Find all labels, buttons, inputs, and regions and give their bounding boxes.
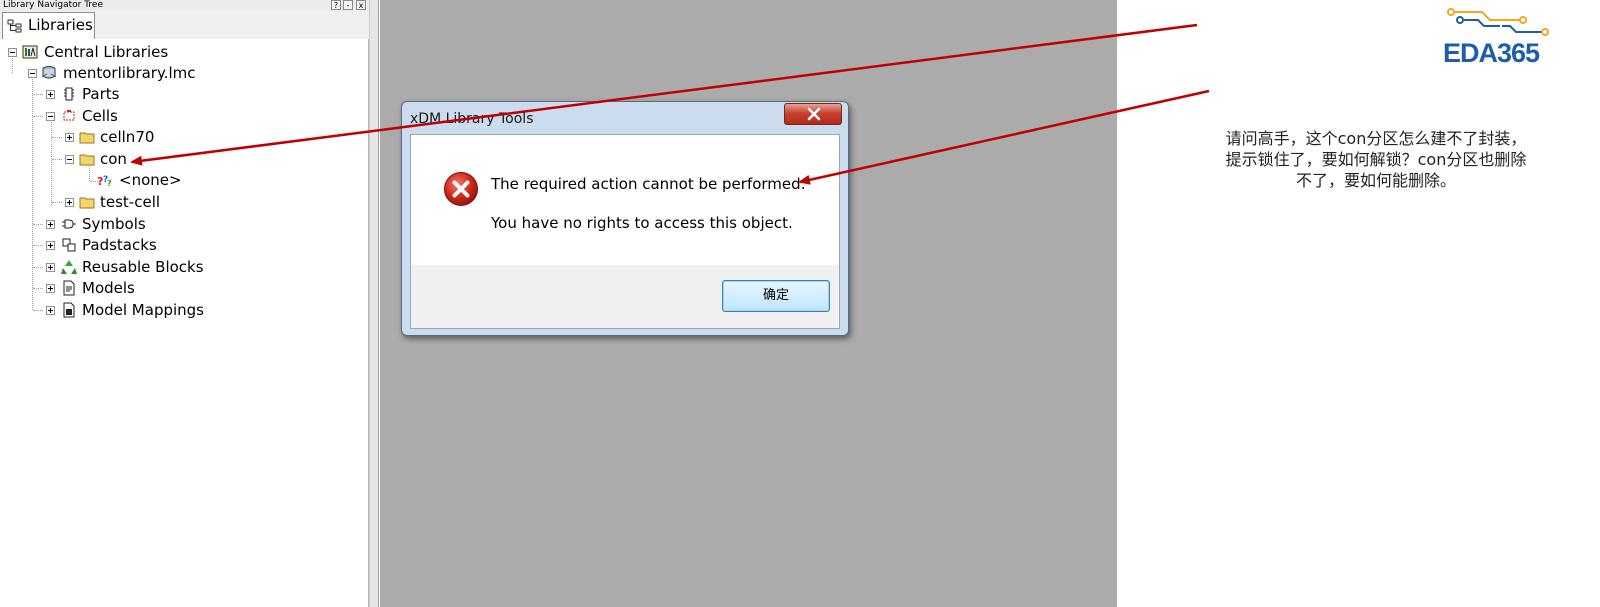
close-panel-button[interactable]: x xyxy=(356,0,366,10)
dialog-close-button[interactable] xyxy=(784,103,842,125)
tree-node-reusable-blocks[interactable]: Reusable Blocks xyxy=(0,257,220,277)
tree-node-label: <none> xyxy=(119,171,182,189)
library-icon xyxy=(22,45,38,59)
unknown-question-icon: ? ? ? xyxy=(97,175,112,188)
tree-node-label: Central Libraries xyxy=(44,43,169,61)
folder-open-icon xyxy=(79,154,95,166)
logo-text: EDA365 xyxy=(1443,38,1540,68)
panel-title: Library Navigator Tree xyxy=(3,0,103,10)
tree-node-label: celln70 xyxy=(100,128,155,146)
collapse-toggle[interactable] xyxy=(65,155,74,164)
tree-node-test-cell[interactable]: test-cell xyxy=(0,192,200,212)
part-chip-icon xyxy=(64,87,74,101)
tree-node-label: Reusable Blocks xyxy=(82,258,204,276)
panel-splitter[interactable] xyxy=(369,0,379,607)
tree-node-none[interactable]: ? ? ? <none> xyxy=(0,170,200,190)
tree-node-padstacks[interactable]: Padstacks xyxy=(0,235,200,255)
tree-icon xyxy=(7,19,22,33)
padstack-icon xyxy=(62,238,76,252)
error-message-line2: You have no rights to access this object… xyxy=(491,214,793,232)
model-doc-icon xyxy=(63,280,75,296)
tree-node-label: mentorlibrary.lmc xyxy=(63,64,196,82)
ok-button[interactable]: 确定 xyxy=(722,280,830,312)
svg-text:?: ? xyxy=(107,179,112,188)
tree-node-parts[interactable]: Parts xyxy=(0,84,200,104)
expand-toggle[interactable] xyxy=(65,133,74,142)
tree-node-symbols[interactable]: Symbols xyxy=(0,214,200,234)
expand-toggle[interactable] xyxy=(46,220,55,229)
library-tree: Central Libraries mentorlibrary.lmc Part… xyxy=(0,39,369,607)
tree-node-label: Padstacks xyxy=(82,236,157,254)
expand-toggle[interactable] xyxy=(46,306,55,315)
tree-node-label: Parts xyxy=(82,85,120,103)
tree-node-celln70[interactable]: celln70 xyxy=(0,127,200,147)
tree-node-cells[interactable]: Cells xyxy=(0,106,200,126)
expand-toggle[interactable] xyxy=(46,263,55,272)
collapse-toggle[interactable] xyxy=(28,69,37,78)
collapse-toggle[interactable] xyxy=(8,48,17,57)
help-button[interactable]: ? xyxy=(331,0,341,10)
tree-node-label: Model Mappings xyxy=(82,301,204,319)
close-icon xyxy=(807,107,821,121)
dialog-body: The required action cannot be performed:… xyxy=(410,134,840,329)
mapping-doc-icon xyxy=(63,302,75,318)
minimize-button[interactable]: - xyxy=(343,0,353,10)
annotation-question: 请问高手，这个con分区怎么建不了封装，提示锁住了，要如何解锁？con分区也删除… xyxy=(1225,129,1527,190)
symbol-icon xyxy=(62,219,76,229)
collapse-toggle[interactable] xyxy=(46,112,55,121)
folder-icon xyxy=(79,132,95,144)
error-dialog: xDM Library Tools The required action ca… xyxy=(401,101,849,336)
tree-node-label: test-cell xyxy=(100,193,161,211)
error-message-line1: The required action cannot be performed: xyxy=(491,175,806,193)
expand-toggle[interactable] xyxy=(46,241,55,250)
expand-toggle[interactable] xyxy=(46,284,55,293)
dialog-title: xDM Library Tools xyxy=(410,111,534,127)
tree-node-central-libraries[interactable]: Central Libraries xyxy=(0,42,200,62)
library-navigator-panel: Library Navigator Tree ? - x Libraries C… xyxy=(0,0,370,607)
cell-icon xyxy=(63,110,75,121)
expand-toggle[interactable] xyxy=(46,90,55,99)
tree-node-model-mappings[interactable]: Model Mappings xyxy=(0,300,220,320)
tab-libraries[interactable]: Libraries xyxy=(2,12,95,39)
tree-node-label: Models xyxy=(82,279,135,297)
recycle-icon xyxy=(61,260,77,274)
tree-node-con[interactable]: con xyxy=(0,149,200,169)
folder-icon xyxy=(79,197,95,209)
tab-libraries-label: Libraries xyxy=(28,16,93,34)
database-icon xyxy=(41,66,57,79)
tree-node-label: con xyxy=(100,150,127,168)
expand-toggle[interactable] xyxy=(65,198,74,207)
tree-node-label: Symbols xyxy=(82,215,146,233)
error-x-icon xyxy=(444,172,478,206)
tree-node-label: Cells xyxy=(82,107,118,125)
tree-node-mentorlibrary[interactable]: mentorlibrary.lmc xyxy=(0,63,220,83)
tree-node-models[interactable]: Models xyxy=(0,278,200,298)
tab-bar: Libraries xyxy=(0,11,370,40)
